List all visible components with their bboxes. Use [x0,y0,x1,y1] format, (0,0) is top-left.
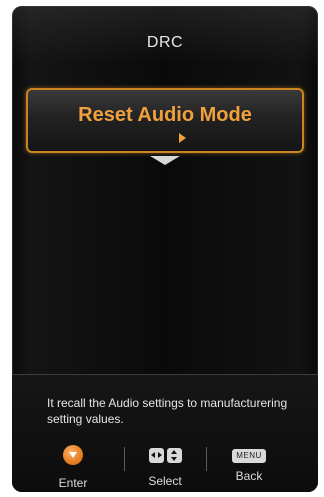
up-down-arrows-icon [166,447,182,463]
back-key-hint[interactable]: MENU Back [214,445,284,483]
menu-item-label: Reset Audio Mode [78,104,252,126]
tv-menu-panel: DRC Reset Audio Mode It recall the Audio… [12,6,318,492]
enter-label: Enter [58,476,88,490]
help-footer: It recall the Audio settings to manufact… [12,374,318,492]
menu-item-reset-audio-mode[interactable]: Reset Audio Mode [26,88,304,153]
back-label: Back [235,469,263,483]
dpad-icon [148,445,182,465]
arrow-right-icon [179,133,186,143]
chevron-down-icon[interactable] [150,156,180,165]
help-text: It recall the Audio settings to manufact… [47,396,288,426]
menu-key-icon: MENU [232,449,266,463]
divider [206,447,207,471]
select-label: Select [148,473,182,488]
divider [124,447,125,471]
select-key-hint[interactable]: Select [130,445,200,488]
enter-button-icon [63,445,83,465]
enter-key-hint[interactable]: Enter [38,445,108,490]
menu-title: DRC [146,34,184,51]
left-right-arrows-icon [148,447,164,463]
